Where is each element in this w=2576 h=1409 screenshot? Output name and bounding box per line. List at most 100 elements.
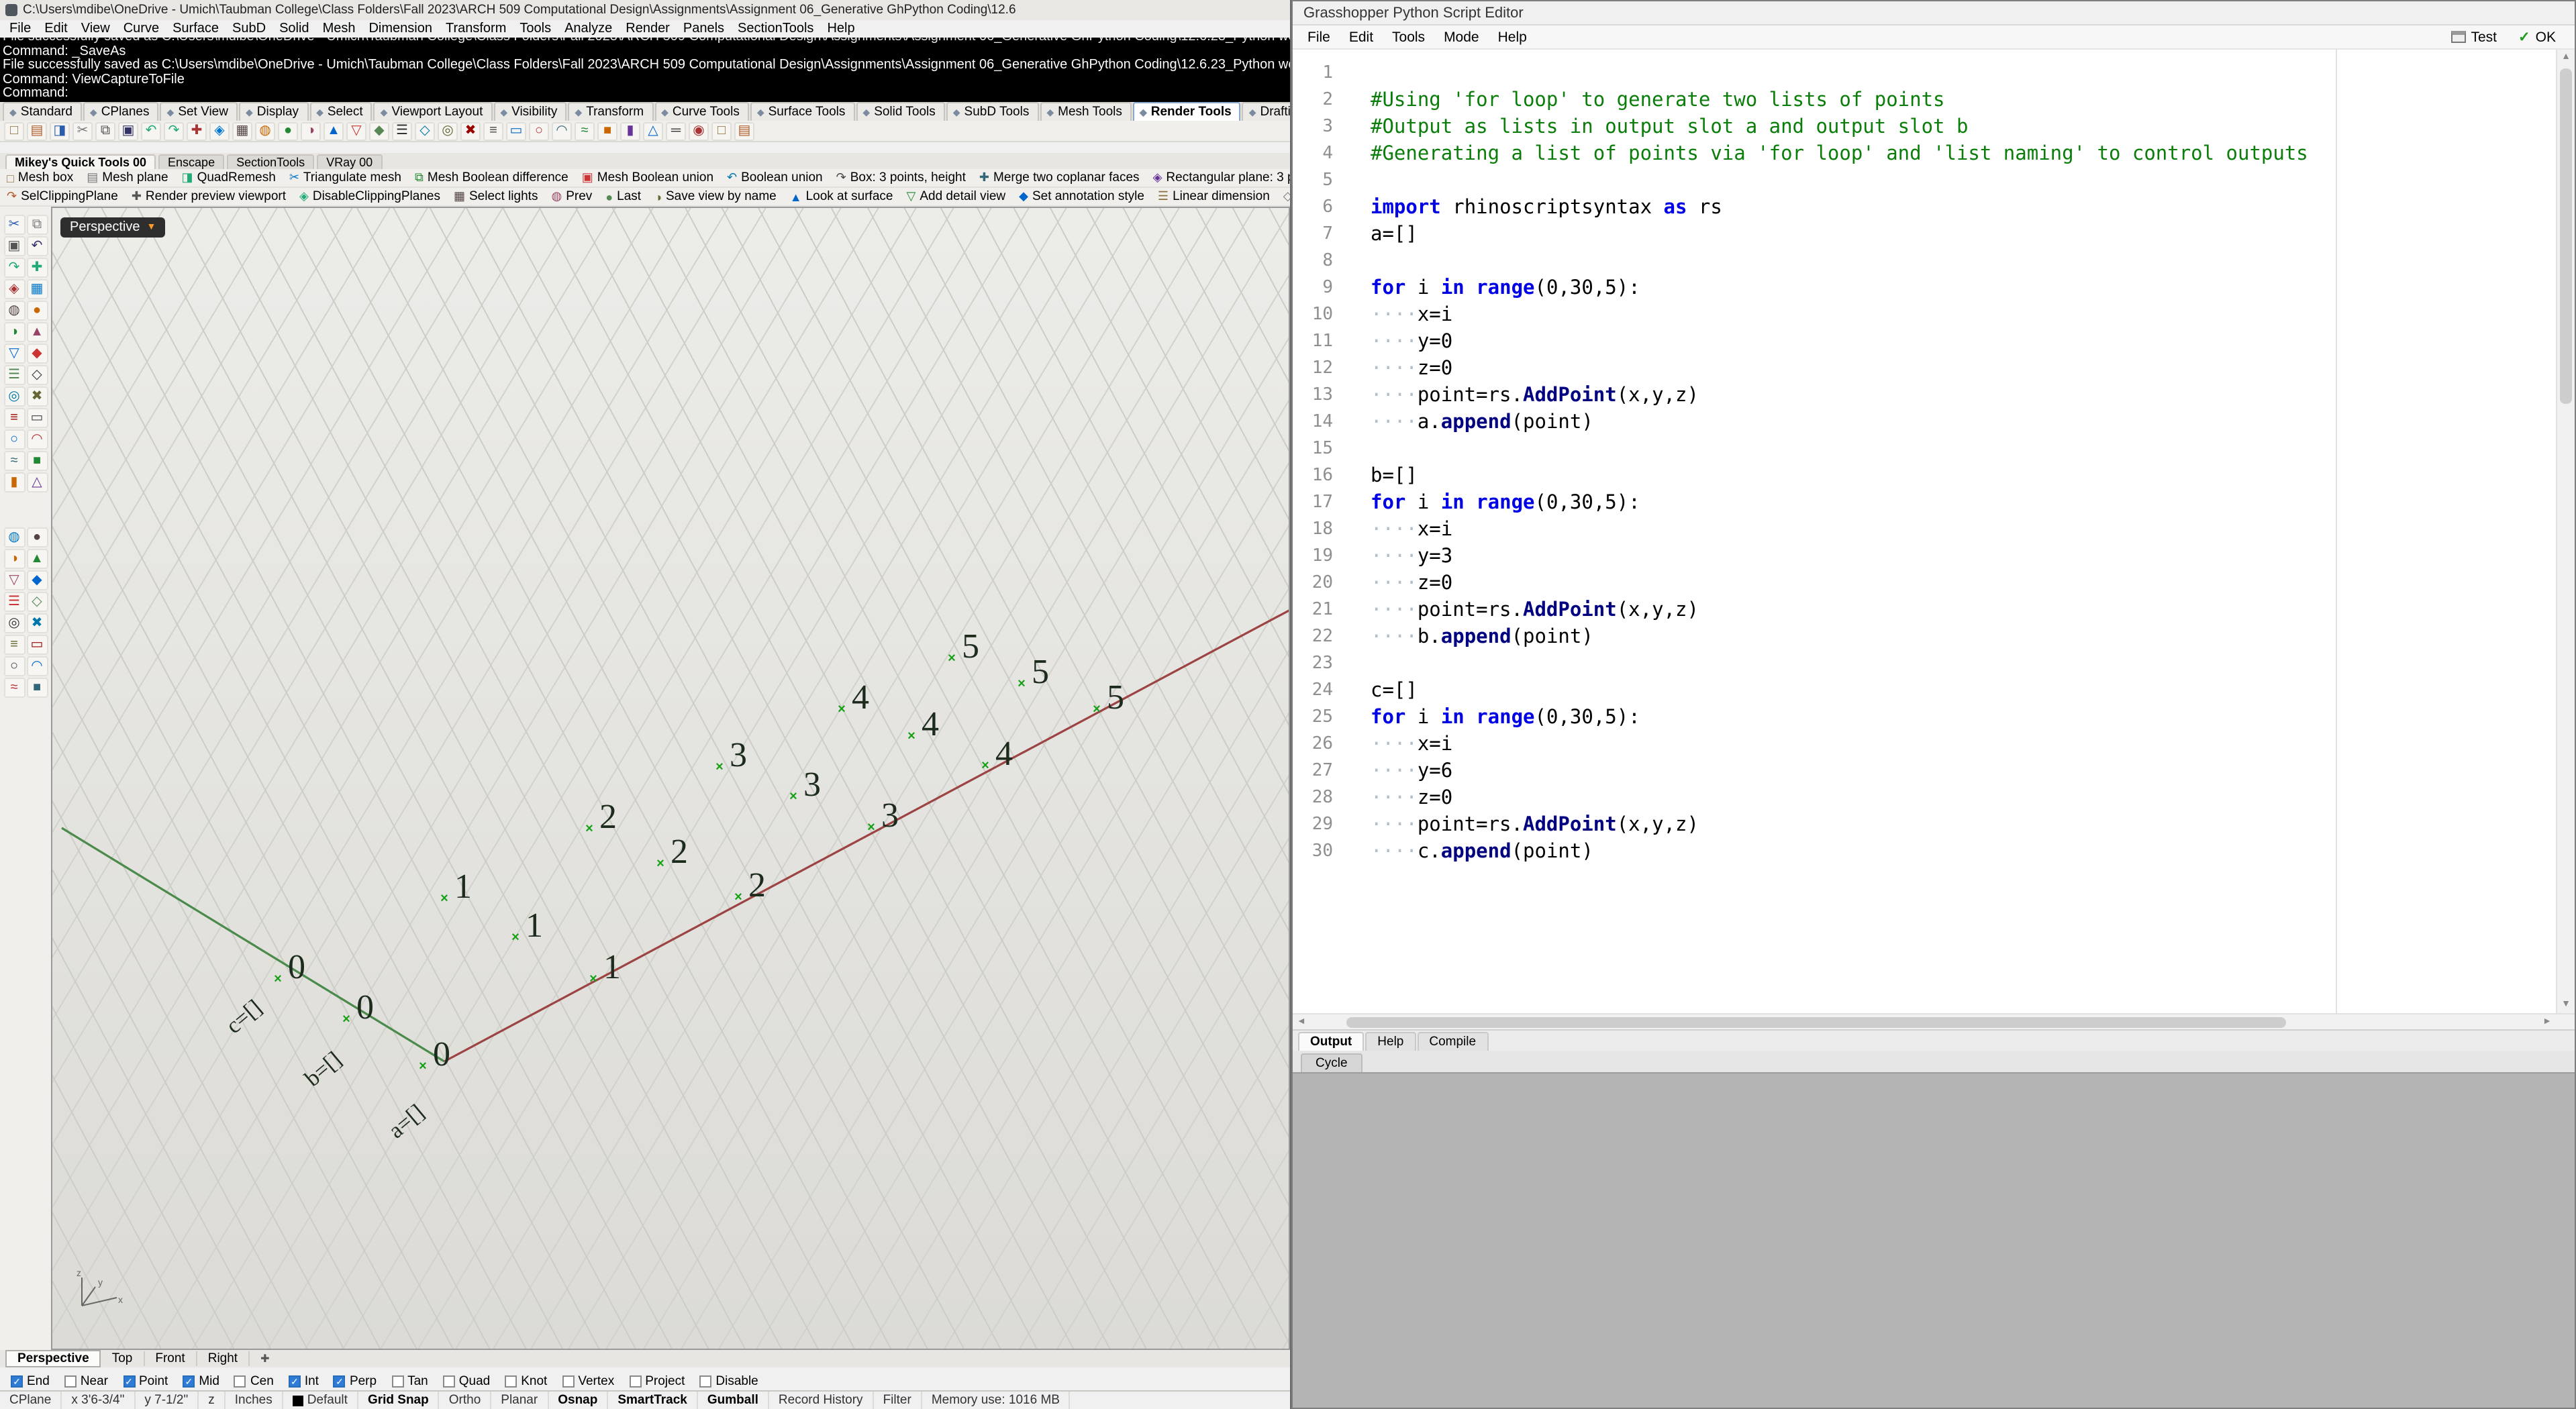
osnap-vertex[interactable]: Vertex [562, 1374, 614, 1389]
osnap-checkbox-quad[interactable] [443, 1375, 455, 1388]
box-icon[interactable]: ◎ [3, 386, 25, 407]
lock-icon[interactable]: ◎ [3, 613, 25, 633]
ungroup-icon[interactable]: ═ [666, 121, 686, 140]
osnap-disable[interactable]: Disable [699, 1374, 758, 1389]
rotate-view-icon[interactable]: ● [278, 121, 298, 140]
toolbar-tab-visibility[interactable]: ◆Visibility [493, 102, 566, 121]
rhino-menu-subd[interactable]: SubD [226, 21, 273, 36]
rhino-menu-tools[interactable]: Tools [513, 21, 558, 36]
osnap-checkbox-knot[interactable] [505, 1375, 517, 1388]
perspective-viewport[interactable]: Perspective ▼ ×0×1×2×3×4×5c=[]×0×1×2×3×4… [51, 207, 1290, 1350]
osnap-end[interactable]: ✓End [11, 1374, 50, 1389]
osnap-point[interactable]: ✓Point [123, 1374, 168, 1389]
mirror-icon[interactable]: ▽ [3, 570, 25, 590]
zoom-icon[interactable]: ◍ [255, 121, 275, 140]
join-icon[interactable]: ◠ [26, 429, 48, 450]
tool-button-selclippingplane[interactable]: ↷SelClippingPlane [7, 189, 118, 204]
properties-icon[interactable]: ≡ [3, 635, 25, 655]
code-text-area[interactable]: #Using 'for loop' to generate two lists … [1341, 60, 2556, 866]
code-line[interactable] [1341, 651, 2556, 678]
new-file-icon[interactable]: □ [4, 121, 24, 140]
object-snap-icon[interactable]: ◇ [415, 121, 435, 140]
editor-tab-output[interactable]: Output [1298, 1032, 1364, 1051]
status-filter[interactable]: Filter [874, 1392, 922, 1409]
arc-icon[interactable]: ◈ [3, 279, 25, 299]
undo-icon[interactable]: ↷ [164, 121, 184, 140]
status-default[interactable]: Default [283, 1392, 358, 1409]
toolbar-tab-drafting[interactable]: ◆Drafting [1242, 102, 1290, 121]
copy-to-clipboard-icon[interactable]: ▣ [118, 121, 138, 140]
code-line[interactable]: ····b.append(point) [1341, 624, 2556, 651]
status-cplane[interactable]: CPlane [0, 1392, 62, 1409]
editor-menu-file[interactable]: File [1298, 29, 1340, 45]
scroll-right-icon[interactable]: ► [2542, 1017, 2552, 1027]
tool-button-select-lights[interactable]: ▦Select lights [454, 189, 538, 204]
code-line[interactable]: ····z=0 [1341, 570, 2556, 597]
code-line[interactable]: for i in range(0,30,5): [1341, 704, 2556, 731]
fillet-icon[interactable]: △ [26, 472, 48, 492]
hide-icon[interactable]: ◇ [26, 592, 48, 612]
osnap-tan[interactable]: Tan [391, 1374, 428, 1389]
code-line[interactable]: for i in range(0,30,5): [1341, 490, 2556, 517]
osnap-mid[interactable]: ✓Mid [183, 1374, 219, 1389]
toolbar-tab-mesh-tools[interactable]: ◆Mesh Tools [1040, 102, 1132, 121]
editor-menu-tools[interactable]: Tools [1383, 29, 1434, 45]
osnap-checkbox-vertex[interactable] [562, 1375, 574, 1388]
viewport-tab-front[interactable]: Front [144, 1351, 197, 1366]
code-line[interactable]: ····point=rs.AddPoint(x,y,z) [1341, 382, 2556, 409]
code-line[interactable]: ····y=6 [1341, 758, 2556, 785]
new-viewport-tab[interactable]: ✚ [250, 1353, 280, 1365]
status-gumball[interactable]: Gumball [698, 1392, 769, 1409]
osnap-checkbox-disable[interactable] [699, 1375, 711, 1388]
code-line[interactable] [1341, 248, 2556, 275]
code-line[interactable]: ····a.append(point) [1341, 409, 2556, 436]
viewport-tab-perspective[interactable]: Perspective [5, 1350, 101, 1367]
ok-button[interactable]: ✓ OK [2518, 29, 2556, 45]
tool-button-render-preview-viewport[interactable]: ✚Render preview viewport [132, 189, 286, 204]
ortho-icon[interactable]: ✖ [460, 121, 481, 140]
tool-button-last[interactable]: ●Last [605, 189, 641, 204]
toolbar-tab-cplanes[interactable]: ◆CPlanes [83, 102, 159, 121]
code-line[interactable]: import rhinoscriptsyntax as rs [1341, 195, 2556, 221]
rhino-menu-render[interactable]: Render [619, 21, 677, 36]
toolbar-tab-set-view[interactable]: ◆Set View [160, 102, 238, 121]
code-line[interactable]: ····point=rs.AddPoint(x,y,z) [1341, 812, 2556, 839]
rhino-menu-help[interactable]: Help [820, 21, 861, 36]
array-icon[interactable]: ◆ [26, 570, 48, 590]
vertical-scrollbar[interactable]: ▲ ▼ [2556, 50, 2575, 1013]
pan-icon[interactable]: ◠ [26, 656, 48, 676]
tool-button-box-3-points-height[interactable]: ↷Box: 3 points, height [836, 170, 966, 185]
code-line[interactable] [1341, 60, 2556, 87]
sweep-icon[interactable]: ◇ [26, 365, 48, 385]
layer-panel-icon[interactable]: ▽ [346, 121, 366, 140]
osnap-checkbox-cen[interactable] [234, 1375, 246, 1388]
code-line[interactable]: ····z=0 [1341, 785, 2556, 812]
horizontal-scroll-thumb[interactable] [1346, 1017, 2286, 1028]
osnap-knot[interactable]: Knot [505, 1374, 547, 1389]
panel-tab-sectiontools[interactable]: SectionTools [227, 154, 314, 169]
undo-view-icon[interactable]: ◈ [209, 121, 230, 140]
surface-icon[interactable]: ▲ [26, 322, 48, 342]
toolbar-tab-surface-tools[interactable]: ◆Surface Tools [750, 102, 855, 121]
rhino-menu-view[interactable]: View [75, 21, 117, 36]
paste-icon[interactable]: ↶ [141, 121, 161, 140]
panel-tab-mikey-s-quick-tools-00[interactable]: Mikey's Quick Tools 00 [5, 154, 156, 169]
help-icon[interactable]: □ [711, 121, 732, 140]
options-icon[interactable]: ◉ [689, 121, 709, 140]
rotate-icon[interactable]: ○ [529, 121, 549, 140]
viewport-tab-right[interactable]: Right [197, 1351, 250, 1366]
move-icon[interactable]: ◍ [3, 527, 25, 547]
display-panel-icon[interactable]: ☰ [392, 121, 412, 140]
rhino-menu-analyze[interactable]: Analyze [558, 21, 619, 36]
command-prompt[interactable]: Command: [3, 87, 1287, 101]
lock-icon[interactable]: ▮ [620, 121, 640, 140]
zoom-window-icon[interactable]: ▲ [324, 121, 344, 140]
status-grid-snap[interactable]: Grid Snap [358, 1392, 440, 1409]
editor-menu-help[interactable]: Help [1489, 29, 1536, 45]
pan-view-icon[interactable]: ▦ [232, 121, 252, 140]
osnap-checkbox-int[interactable]: ✓ [289, 1375, 301, 1388]
editor-tab-compile[interactable]: Compile [1417, 1032, 1488, 1051]
editor-tab-help[interactable]: Help [1365, 1032, 1416, 1051]
status-x-3-6-3-4[interactable]: x 3'6-3/4" [62, 1392, 135, 1409]
viewport-menu-arrow-icon[interactable]: ▼ [147, 223, 156, 232]
